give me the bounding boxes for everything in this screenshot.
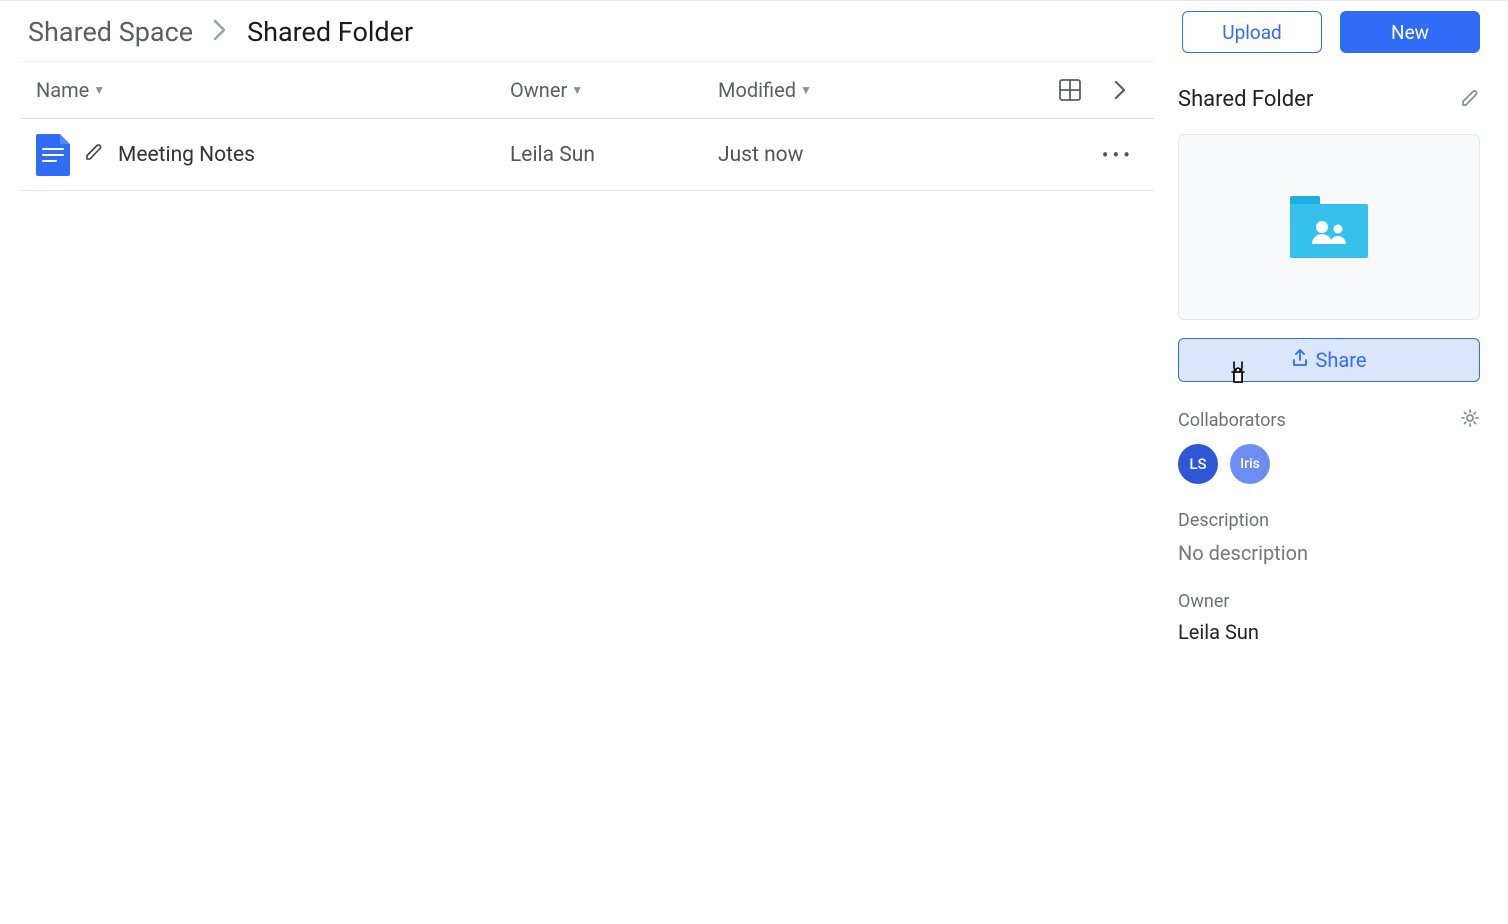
details-panel: Shared Folder Share [1166, 61, 1504, 644]
breadcrumb-root[interactable]: Shared Space [28, 16, 193, 48]
column-modified[interactable]: Modified ▼ [718, 78, 944, 102]
details-title: Shared Folder [1178, 87, 1313, 112]
column-name-label: Name [36, 78, 89, 102]
description-value: No description [1178, 541, 1480, 565]
column-modified-label: Modified [718, 78, 796, 102]
column-owner-label: Owner [510, 78, 567, 102]
share-icon [1292, 348, 1308, 372]
file-list: Name ▼ Owner ▼ Modified ▼ [0, 61, 1154, 644]
folder-preview [1178, 134, 1480, 320]
grid-view-icon[interactable] [1056, 76, 1084, 104]
shared-folder-icon [1290, 196, 1368, 258]
column-name[interactable]: Name ▼ [20, 78, 510, 102]
breadcrumb-current: Shared Folder [247, 16, 413, 48]
upload-button[interactable]: Upload [1182, 11, 1322, 53]
table-header: Name ▼ Owner ▼ Modified ▼ [20, 61, 1154, 119]
document-icon [36, 134, 70, 176]
chevron-right-icon [213, 16, 227, 48]
share-button[interactable]: Share [1178, 338, 1480, 382]
file-owner: Leila Sun [510, 143, 718, 167]
more-actions-icon[interactable]: ••• [1102, 143, 1134, 167]
new-button[interactable]: New [1340, 11, 1480, 53]
sort-caret-icon: ▼ [800, 83, 812, 97]
sort-caret-icon: ▼ [571, 83, 583, 97]
settings-icon[interactable] [1460, 408, 1480, 432]
avatar[interactable]: LS [1178, 444, 1218, 484]
collapse-panel-icon[interactable] [1106, 76, 1134, 104]
table-row[interactable]: Meeting Notes Leila Sun Just now ••• [20, 119, 1154, 191]
collaborators-label: Collaborators [1178, 410, 1286, 431]
breadcrumb: Shared Space Shared Folder [28, 16, 413, 48]
share-button-label: Share [1316, 348, 1367, 372]
sort-caret-icon: ▼ [93, 83, 105, 97]
description-label: Description [1178, 510, 1480, 531]
avatar[interactable]: Iris [1230, 444, 1270, 484]
column-owner[interactable]: Owner ▼ [510, 78, 718, 102]
rename-icon[interactable] [1460, 88, 1480, 112]
owner-value: Leila Sun [1178, 620, 1480, 644]
file-modified: Just now [718, 143, 944, 167]
edit-icon [84, 142, 104, 167]
owner-label: Owner [1178, 591, 1480, 612]
file-name: Meeting Notes [118, 143, 255, 167]
